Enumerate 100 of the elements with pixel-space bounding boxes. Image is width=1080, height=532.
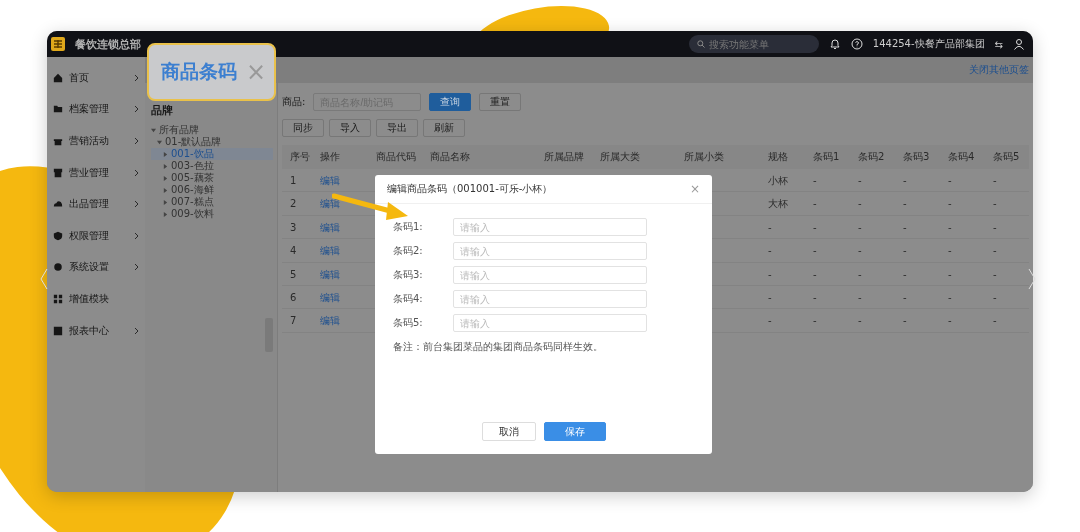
field-label: 条码1:	[393, 220, 424, 234]
table-cell: -	[895, 192, 940, 216]
column-header: 操作	[312, 145, 368, 169]
field-label: 条码2:	[393, 244, 424, 258]
tree-item[interactable]: 01-默认品牌	[151, 136, 273, 148]
table-cell: -	[985, 239, 1029, 263]
table-cell: -	[895, 239, 940, 263]
barcode-input[interactable]: 请输入	[453, 290, 647, 308]
barcode-input[interactable]: 请输入	[453, 242, 647, 260]
column-header: 商品名称	[422, 145, 536, 169]
table-cell: -	[895, 285, 940, 310]
table-cell: -	[805, 262, 850, 286]
query-button[interactable]: 查询	[429, 93, 472, 111]
chevron-right-icon	[134, 105, 139, 114]
save-button[interactable]: 保存	[543, 422, 606, 441]
table-cell: -	[985, 192, 1029, 216]
edit-link[interactable]: 编辑	[312, 192, 368, 216]
edit-link[interactable]: 编辑	[312, 309, 368, 333]
column-header: 所属品牌	[536, 145, 592, 169]
tree-item[interactable]: 003-色拉	[151, 160, 273, 172]
sidebar-item[interactable]: 营销活动	[47, 125, 145, 157]
column-header: 条码2	[850, 145, 895, 169]
table-cell: -	[985, 215, 1029, 240]
home-icon	[53, 72, 63, 83]
note-text: 备注：前台集团菜品的集团商品条码同样生效。	[393, 340, 604, 354]
table-cell: -	[805, 239, 850, 263]
table-cell: -	[805, 285, 850, 310]
table-cell: -	[985, 262, 1029, 286]
edit-link[interactable]: 编辑	[312, 215, 368, 240]
sidebar-item[interactable]: 权限管理	[47, 219, 145, 252]
sidebar-item[interactable]: 报表中心	[47, 314, 145, 347]
sidebar-item[interactable]: 出品管理	[47, 188, 145, 220]
table-cell: -	[850, 285, 895, 310]
reset-button[interactable]: 重置	[479, 93, 522, 111]
table-cell: -	[940, 192, 985, 216]
sidebar-item[interactable]: 增值模块	[47, 283, 145, 315]
edit-link[interactable]: 编辑	[312, 239, 368, 263]
user-icon[interactable]	[1013, 38, 1025, 50]
column-header: 条码5	[985, 145, 1029, 169]
cloud-icon	[53, 199, 63, 210]
chevron-right-icon	[134, 137, 139, 145]
table-cell: 小杯	[760, 169, 805, 193]
barcode-input[interactable]: 请输入	[453, 218, 647, 236]
barcode-input[interactable]: 请输入	[453, 266, 647, 284]
search-icon	[696, 40, 705, 48]
toolbar-button[interactable]: 导出	[376, 119, 418, 137]
sidebar-item[interactable]: 营业管理	[47, 156, 145, 189]
table-cell: 1	[282, 169, 312, 193]
table-cell: -	[805, 169, 850, 193]
field-label: 条码3:	[393, 268, 424, 282]
table-cell: 5	[282, 262, 312, 286]
chevron-right-icon	[134, 263, 139, 272]
close-glyph[interactable]: ×	[689, 182, 700, 196]
column-header: 条码1	[805, 145, 850, 169]
folder-icon	[53, 104, 63, 115]
search-input[interactable]: 搜索功能菜单	[708, 38, 809, 50]
logo-icon	[51, 37, 65, 51]
field-label: 条码4:	[393, 292, 424, 306]
table-cell: -	[940, 262, 985, 286]
table-cell: -	[985, 285, 1029, 310]
table-cell: -	[760, 239, 805, 263]
close-others-link[interactable]: 关闭其他页签	[969, 63, 1029, 77]
toolbar-button[interactable]: 同步	[282, 119, 324, 137]
tree-item[interactable]: 所有品牌	[151, 124, 273, 136]
grid-icon	[53, 293, 63, 304]
switch-glyph[interactable]: ⇆	[994, 38, 1003, 50]
table-cell: -	[895, 169, 940, 193]
sidebar-item[interactable]: 首页	[47, 62, 145, 94]
tree-item[interactable]: 001-饮品	[151, 148, 273, 160]
barcode-input[interactable]: 请输入	[453, 314, 647, 332]
table-cell: -	[940, 215, 985, 240]
edit-link[interactable]: 编辑	[312, 169, 368, 193]
column-header: 所属大类	[592, 145, 676, 169]
table-cell: 6	[282, 285, 312, 310]
tree-item[interactable]: 007-糕点	[151, 196, 273, 208]
toolbar-button[interactable]: 刷新	[423, 119, 465, 137]
search-field[interactable]: 搜索功能菜单	[688, 35, 819, 53]
cancel-button[interactable]: 取消	[481, 422, 536, 441]
tree-item[interactable]: 005-藕茶	[151, 172, 273, 184]
chevron-right-icon	[134, 73, 139, 82]
table-cell: -	[760, 285, 805, 310]
tree-item[interactable]: 006-海鲜	[151, 184, 273, 196]
help-icon[interactable]	[850, 38, 863, 50]
chevron-right-icon[interactable]	[1028, 268, 1036, 290]
toolbar-button[interactable]: 导入	[329, 119, 371, 137]
field-label: 条码5:	[393, 316, 424, 330]
app-name: 餐饮连锁总部	[75, 36, 141, 52]
edit-link[interactable]: 编辑	[312, 285, 368, 310]
sidebar-item[interactable]: 档案管理	[47, 93, 145, 126]
column-header: 所属小类	[676, 145, 760, 169]
table-cell: -	[850, 309, 895, 333]
table-cell: -	[850, 169, 895, 193]
column-header: 条码3	[895, 145, 940, 169]
account-name[interactable]: 144254-快餐产品部集团	[872, 37, 985, 51]
edit-link[interactable]: 编辑	[312, 262, 368, 286]
chevron-right-icon	[134, 326, 139, 335]
tree-item[interactable]: 009-饮料	[151, 208, 273, 220]
table-cell: -	[895, 262, 940, 286]
sidebar-item[interactable]: 系统设置	[47, 251, 145, 284]
bell-icon[interactable]	[828, 38, 841, 50]
